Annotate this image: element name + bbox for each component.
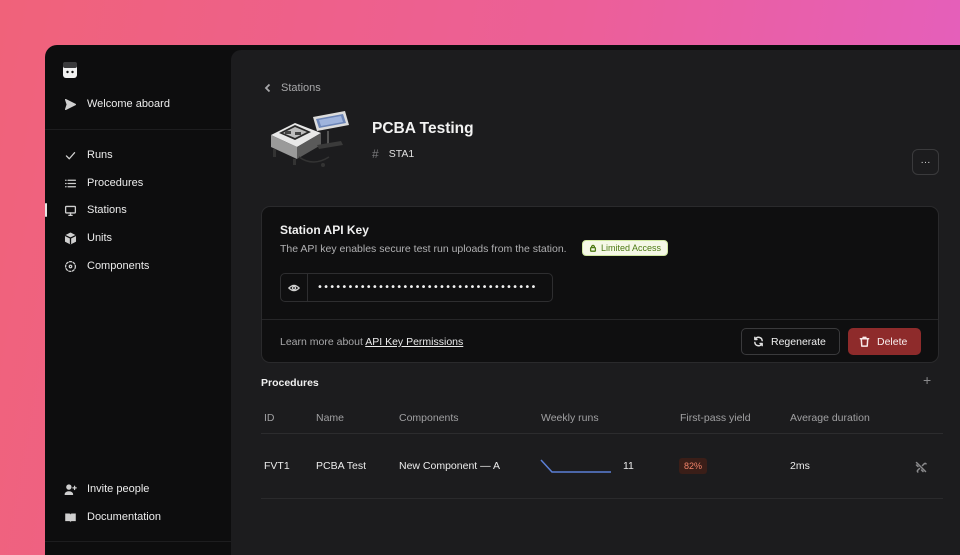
column-header-weekly-runs[interactable]: Weekly runs	[541, 412, 599, 424]
cube-icon	[63, 231, 77, 245]
cell-components: New Component — A	[399, 460, 500, 472]
page-title: PCBA Testing	[372, 120, 474, 137]
hash-icon: #	[372, 147, 379, 161]
sidebar-item-documentation[interactable]: Documentation	[63, 506, 223, 528]
component-icon	[63, 259, 77, 273]
api-key-value: ••••••••••••••••••••••••••••••••••••	[317, 282, 537, 293]
column-header-first-pass-yield[interactable]: First-pass yield	[680, 412, 751, 424]
station-id-value: STA1	[388, 148, 415, 160]
list-icon	[63, 176, 77, 190]
refresh-icon	[754, 336, 763, 347]
api-key-card: Station API Key The API key enables secu…	[261, 206, 939, 363]
cell-average-duration: 2ms	[790, 460, 810, 472]
cell-weekly-runs: 11	[623, 460, 634, 472]
app-window: Welcome aboard Runs Procedures Stations	[45, 45, 960, 555]
station-id: # STA1	[372, 147, 414, 161]
reveal-key-button[interactable]	[281, 274, 308, 301]
sidebar-item-label: Stations	[87, 204, 127, 216]
column-header-average-duration[interactable]: Average duration	[790, 412, 870, 424]
sidebar-item-procedures[interactable]: Procedures	[63, 172, 223, 194]
book-icon	[63, 510, 77, 524]
sidebar-item-label: Units	[87, 232, 113, 244]
sidebar-item-label: Invite people	[87, 483, 150, 495]
limited-access-badge: Limited Access	[582, 240, 669, 256]
send-icon	[63, 97, 77, 111]
sidebar-item-label: Components	[87, 260, 150, 272]
regenerate-label: Regenerate	[771, 335, 826, 348]
lock-icon	[589, 244, 597, 252]
trash-icon	[859, 336, 870, 347]
column-header-name[interactable]: Name	[316, 412, 344, 424]
column-header-id[interactable]: ID	[264, 412, 275, 424]
column-header-components[interactable]: Components	[399, 412, 459, 424]
cell-id: FVT1	[264, 460, 290, 472]
regenerate-button[interactable]: Regenerate	[741, 328, 840, 355]
sidebar-item-label: Welcome aboard	[87, 98, 170, 110]
app-logo-icon[interactable]	[61, 61, 79, 79]
sidebar: Welcome aboard Runs Procedures Stations	[45, 45, 231, 555]
badge-label: Limited Access	[601, 243, 662, 253]
monitor-icon	[63, 203, 77, 217]
breadcrumb[interactable]: Stations	[263, 82, 321, 94]
sidebar-item-label: Runs	[87, 149, 113, 161]
add-procedure-button[interactable]: +	[923, 372, 931, 388]
chevron-left-icon	[264, 83, 271, 93]
cell-first-pass-yield: 82%	[679, 458, 708, 474]
sidebar-item-components[interactable]: Components	[63, 255, 223, 277]
sidebar-item-runs[interactable]: Runs	[63, 144, 223, 166]
api-key-permissions-link[interactable]: API Key Permissions	[365, 336, 463, 348]
learn-more-text: Learn more about API Key Permissions	[280, 336, 463, 348]
sidebar-item-welcome[interactable]: Welcome aboard	[63, 93, 223, 115]
sidebar-item-stations[interactable]: Stations	[63, 199, 223, 221]
api-key-field[interactable]: ••••••••••••••••••••••••••••••••••••	[280, 273, 553, 302]
sidebar-divider	[45, 129, 231, 130]
learn-more-prefix: Learn more about	[280, 336, 366, 348]
user-plus-icon	[63, 482, 77, 496]
more-options-button[interactable]: ···	[912, 149, 939, 175]
card-divider	[262, 319, 938, 320]
delete-label: Delete	[877, 335, 908, 348]
unlink-icon[interactable]	[915, 460, 927, 473]
sidebar-item-invite[interactable]: Invite people	[63, 478, 223, 500]
table-row[interactable]: FVT1 PCBA Test New Component — A 11 82% …	[261, 434, 943, 499]
station-image	[265, 107, 353, 173]
sidebar-divider	[45, 541, 231, 542]
delete-button[interactable]: Delete	[848, 328, 921, 355]
check-icon	[63, 148, 77, 162]
active-indicator	[45, 203, 47, 217]
procedures-title: Procedures	[261, 377, 319, 389]
card-title: Station API Key	[280, 223, 369, 237]
weekly-runs-sparkline	[540, 459, 611, 473]
breadcrumb-label: Stations	[281, 82, 321, 94]
sidebar-item-label: Procedures	[87, 177, 144, 189]
eye-icon	[288, 284, 300, 291]
main-panel: Stations PCBA Testing # STA1 ··· Station…	[231, 50, 960, 555]
card-description: The API key enables secure test run uplo…	[280, 243, 567, 255]
sidebar-item-label: Documentation	[87, 511, 161, 523]
sidebar-item-units[interactable]: Units	[63, 227, 223, 249]
cell-name: PCBA Test	[316, 460, 366, 472]
